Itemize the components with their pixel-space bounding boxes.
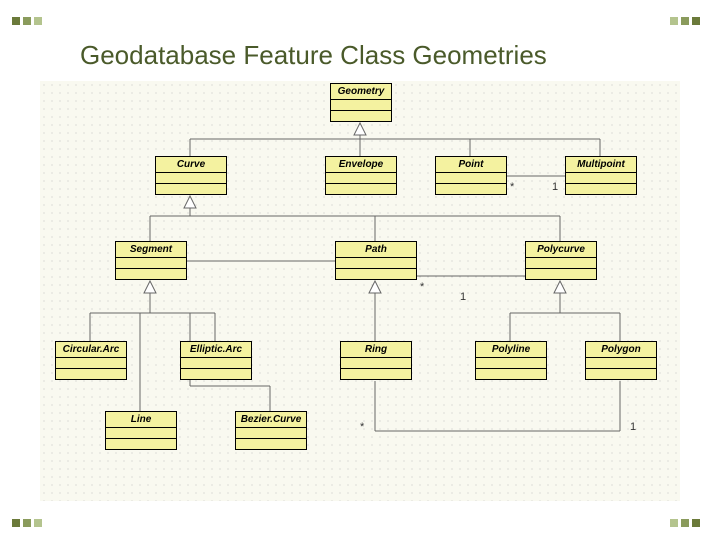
- page-title: Geodatabase Feature Class Geometries: [80, 40, 680, 71]
- class-geometry: Geometry: [330, 83, 392, 122]
- class-circulararc: Circular.Arc: [55, 341, 127, 380]
- class-polyline: Polyline: [475, 341, 547, 380]
- class-segment: Segment: [115, 241, 187, 280]
- class-curve: Curve: [155, 156, 227, 195]
- class-polycurve: Polycurve: [525, 241, 597, 280]
- class-ring: Ring: [340, 341, 412, 380]
- mult-one: 1: [630, 421, 636, 433]
- corner-dots-tr: [670, 12, 708, 26]
- class-point: Point: [435, 156, 507, 195]
- class-ellipticarc: Elliptic.Arc: [180, 341, 252, 380]
- class-multipoint: Multipoint: [565, 156, 637, 195]
- class-envelope: Envelope: [325, 156, 397, 195]
- uml-diagram: Geometry Curve Envelope Point Multipoint…: [40, 81, 680, 501]
- mult-one: 1: [552, 181, 558, 193]
- corner-dots-br: [670, 514, 708, 528]
- mult-one: 1: [460, 291, 466, 303]
- corner-dots-tl: [12, 12, 50, 26]
- class-path: Path: [335, 241, 417, 280]
- corner-dots-bl: [12, 514, 50, 528]
- mult-star: *: [360, 421, 364, 433]
- mult-star: *: [420, 281, 424, 293]
- mult-star: *: [510, 181, 514, 193]
- class-polygon: Polygon: [585, 341, 657, 380]
- class-line: Line: [105, 411, 177, 450]
- class-beziercurve: Bezier.Curve: [235, 411, 307, 450]
